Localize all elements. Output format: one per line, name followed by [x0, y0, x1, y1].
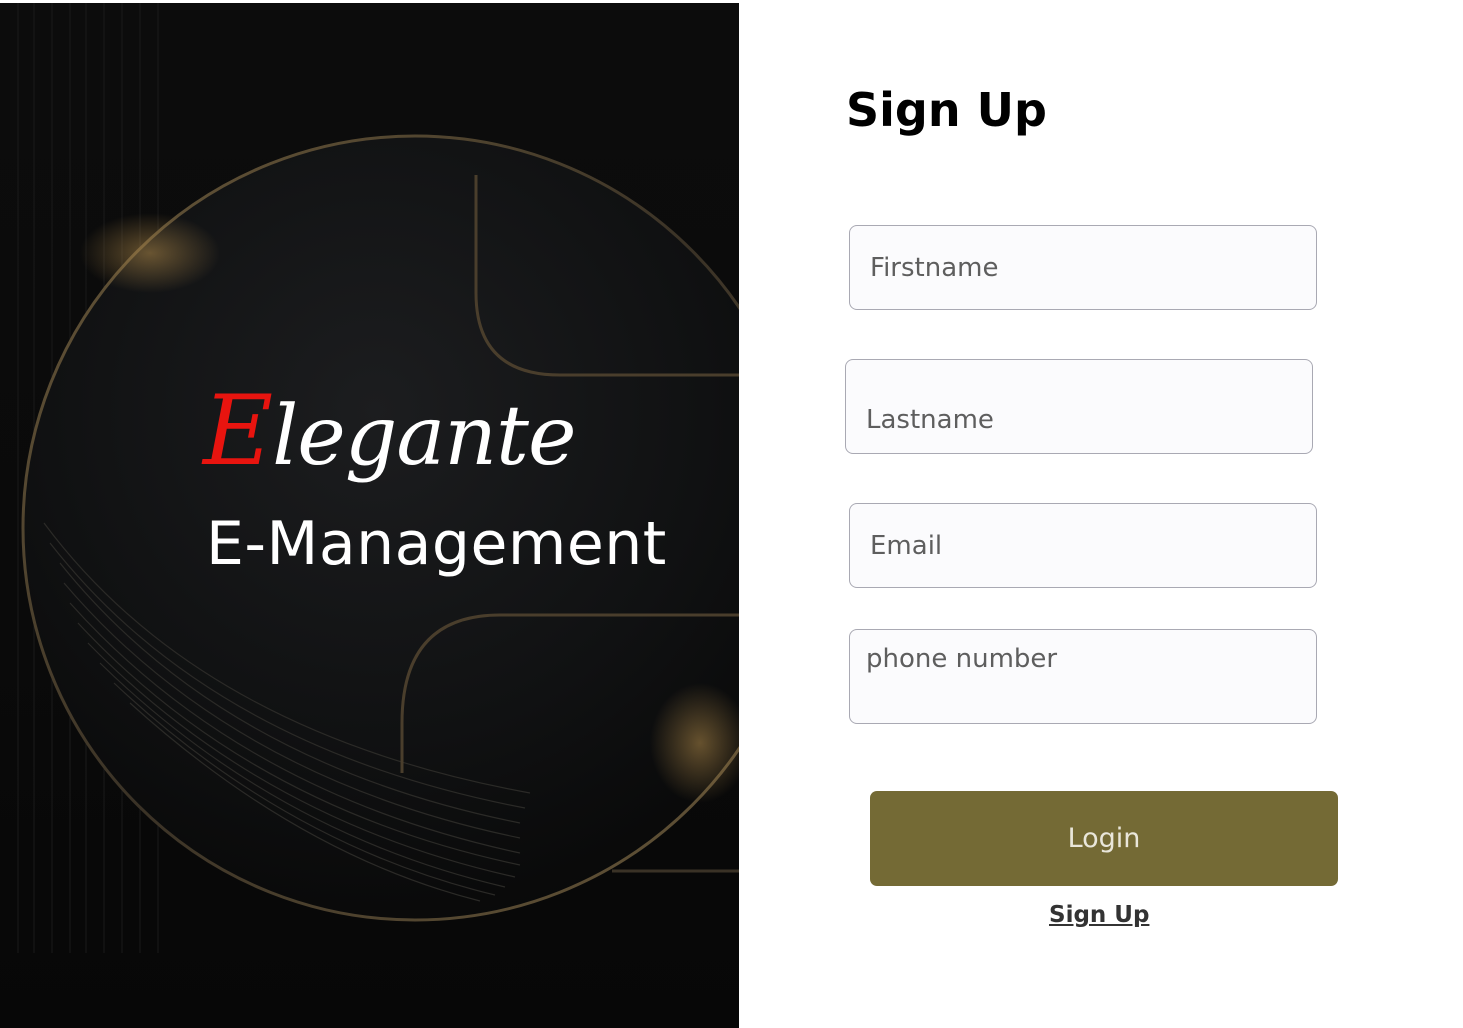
brand-name-rest: legante: [272, 389, 576, 484]
firstname-field[interactable]: [849, 225, 1317, 310]
page-title: Sign Up: [846, 83, 1047, 137]
sign-up-link[interactable]: Sign Up: [1049, 902, 1149, 928]
brand-logo-script: Elegante: [203, 383, 577, 479]
brand-subtitle: E-Management: [206, 509, 667, 579]
lastname-field[interactable]: [845, 359, 1313, 454]
brand-initial: E: [203, 375, 273, 487]
email-field[interactable]: [849, 503, 1317, 588]
phone-number-field[interactable]: [849, 629, 1317, 724]
login-button[interactable]: Login: [870, 791, 1338, 886]
signup-page: Elegante E-Management Sign Up Login Sign…: [0, 0, 1463, 1028]
hero-panel: Elegante E-Management: [0, 3, 739, 1028]
